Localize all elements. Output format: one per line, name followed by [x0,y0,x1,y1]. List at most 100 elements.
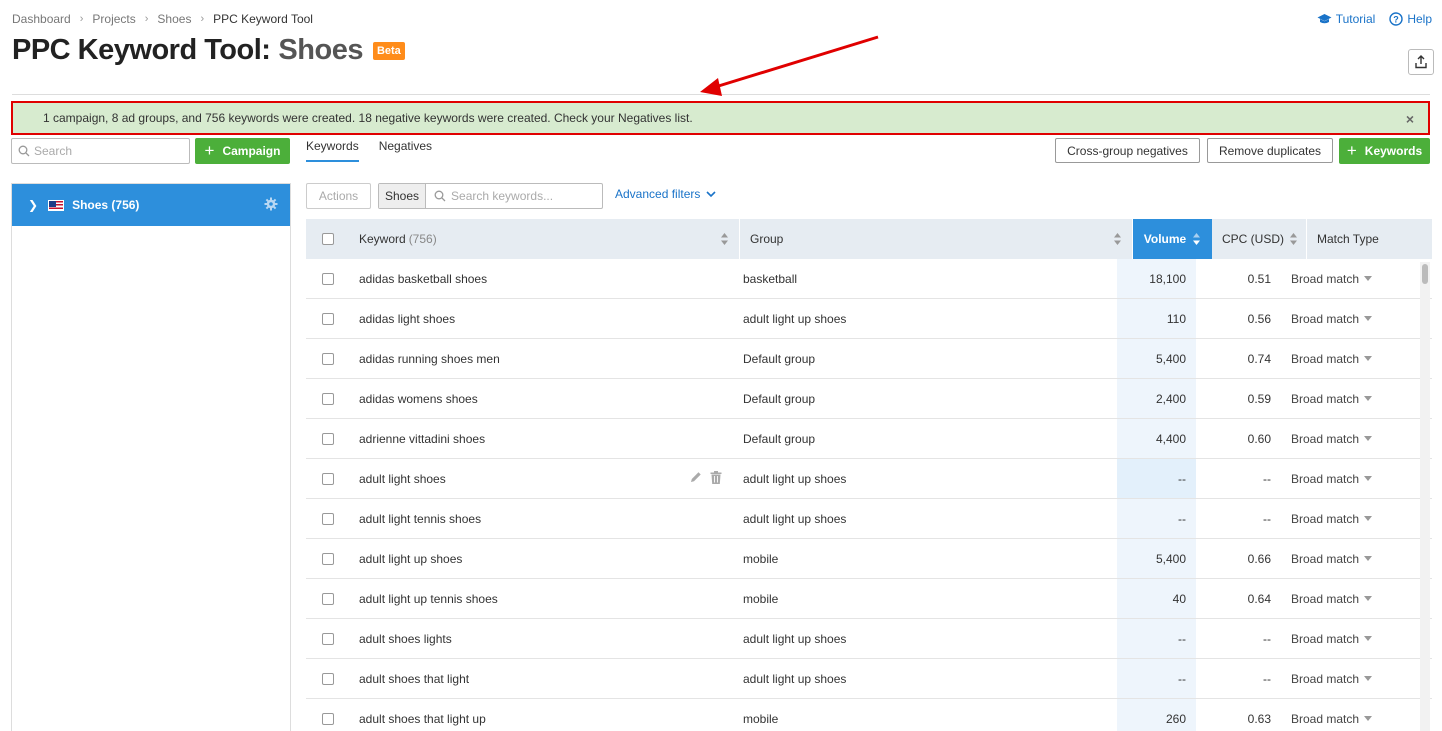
tutorial-link[interactable]: Tutorial [1317,12,1376,26]
group-cell[interactable]: mobile [740,539,1117,578]
cross-group-negatives-button[interactable]: Cross-group negatives [1055,138,1200,163]
search-icon [434,190,446,202]
breadcrumb: Dashboard › Projects › Shoes › PPC Keywo… [12,12,313,26]
group-cell[interactable]: Default group [740,339,1117,378]
group-cell[interactable]: basketball [740,259,1117,298]
volume-cell: 2,400 [1117,379,1196,418]
match-type-dropdown[interactable]: Broad match [1281,379,1406,418]
breadcrumb-dashboard[interactable]: Dashboard [12,12,71,26]
match-type-dropdown[interactable]: Broad match [1281,699,1406,731]
keyword-cell[interactable]: adidas light shoes [349,299,740,338]
volume-cell: 40 [1117,579,1196,618]
keyword-cell[interactable]: adult shoes that light up [349,699,740,731]
header-cpc[interactable]: CPC (USD) [1212,219,1307,259]
sort-icon[interactable] [1289,232,1298,246]
trash-icon[interactable] [710,471,722,484]
row-checkbox[interactable] [321,512,334,525]
header-keyword[interactable]: Keyword (756) [349,219,740,259]
row-checkbox[interactable] [321,672,334,685]
select-all-checkbox[interactable] [321,233,334,245]
remove-duplicates-button[interactable]: Remove duplicates [1207,138,1333,163]
sort-icon[interactable] [720,232,729,246]
success-notice: 1 campaign, 8 ad groups, and 756 keyword… [11,101,1430,135]
keyword-cell[interactable]: adult light up tennis shoes [349,579,740,618]
tutorial-label: Tutorial [1335,12,1376,26]
row-checkbox[interactable] [321,552,334,565]
group-cell[interactable]: adult light up shoes [740,659,1117,698]
row-checkbox[interactable] [321,392,334,405]
match-type-dropdown[interactable]: Broad match [1281,299,1406,338]
advanced-filters-toggle[interactable]: Advanced filters [615,187,716,201]
keyword-cell[interactable]: adidas basketball shoes [349,259,740,298]
keyword-cell[interactable]: adult shoes lights [349,619,740,658]
volume-value: 110 [1166,311,1186,326]
tab-keywords[interactable]: Keywords [306,139,359,162]
match-type-dropdown[interactable]: Broad match [1281,659,1406,698]
keyword-filter[interactable]: Shoes [378,183,603,209]
match-type-dropdown[interactable]: Broad match [1281,339,1406,378]
row-checkbox[interactable] [321,592,334,605]
header-volume[interactable]: Volume [1133,219,1212,259]
group-cell[interactable]: Default group [740,419,1117,458]
breadcrumb-projects[interactable]: Projects [92,12,135,26]
group-cell[interactable]: mobile [740,699,1117,731]
tab-negatives[interactable]: Negatives [379,139,432,162]
match-type-value: Broad match [1291,471,1360,486]
keyword-cell[interactable]: adult light shoes [349,459,740,498]
pencil-icon[interactable] [690,471,702,483]
match-type-dropdown[interactable]: Broad match [1281,579,1406,618]
chevron-down-icon [1364,276,1373,281]
group-cell[interactable]: adult light up shoes [740,299,1117,338]
group-cell[interactable]: mobile [740,579,1117,618]
row-checkbox[interactable] [321,432,334,445]
match-type-dropdown[interactable]: Broad match [1281,499,1406,538]
chevron-down-icon [1364,556,1373,561]
header-cpc-label: CPC (USD) [1222,232,1284,246]
keyword-cell[interactable]: adult light tennis shoes [349,499,740,538]
keyword-cell[interactable]: adidas womens shoes [349,379,740,418]
sort-icon[interactable] [1113,232,1122,246]
sidebar-item-shoes[interactable]: ❯ Shoes (756) [12,184,290,226]
help-link[interactable]: ? Help [1389,12,1432,26]
keyword-cell[interactable]: adrienne vittadini shoes [349,419,740,458]
keyword-search-input[interactable] [451,189,602,203]
chevron-down-icon [1364,396,1373,401]
campaign-search-input[interactable] [34,144,174,158]
row-checkbox[interactable] [321,632,334,645]
group-cell[interactable]: adult light up shoes [740,459,1117,498]
group-cell[interactable]: Default group [740,379,1117,418]
actions-button[interactable]: Actions [306,183,371,209]
keyword-cell[interactable]: adidas running shoes men [349,339,740,378]
table-body: adidas basketball shoes basketball 18,10… [306,259,1432,731]
row-checkbox[interactable] [321,312,334,325]
group-cell[interactable]: adult light up shoes [740,499,1117,538]
match-type-dropdown[interactable]: Broad match [1281,259,1406,298]
breadcrumb-shoes[interactable]: Shoes [157,12,191,26]
row-checkbox[interactable] [321,272,334,285]
filter-tag-shoes[interactable]: Shoes [379,184,427,208]
us-flag-icon [48,199,65,211]
keyword-cell[interactable]: adult shoes that light [349,659,740,698]
add-campaign-button[interactable]: + Campaign [195,138,290,164]
row-checkbox[interactable] [321,472,334,485]
close-icon[interactable]: × [1406,111,1414,127]
sort-icon[interactable] [1192,232,1201,246]
keyword-cell[interactable]: adult light up shoes [349,539,740,578]
row-checkbox[interactable] [321,712,334,725]
table-row: adidas womens shoes Default group 2,400 … [306,379,1432,419]
chevron-down-icon [706,190,716,197]
header-group[interactable]: Group [740,219,1133,259]
row-checkbox[interactable] [321,352,334,365]
scrollbar-thumb[interactable] [1422,264,1428,284]
match-type-dropdown[interactable]: Broad match [1281,459,1406,498]
match-type-dropdown[interactable]: Broad match [1281,619,1406,658]
add-keywords-button[interactable]: + Keywords [1339,138,1430,164]
campaign-search[interactable] [11,138,190,164]
group-cell[interactable]: adult light up shoes [740,619,1117,658]
match-type-dropdown[interactable]: Broad match [1281,419,1406,458]
match-type-dropdown[interactable]: Broad match [1281,539,1406,578]
chevron-right-icon[interactable]: ❯ [28,198,38,212]
table-scrollbar[interactable] [1420,262,1430,731]
gear-icon[interactable] [264,197,278,211]
export-button[interactable] [1408,49,1434,75]
